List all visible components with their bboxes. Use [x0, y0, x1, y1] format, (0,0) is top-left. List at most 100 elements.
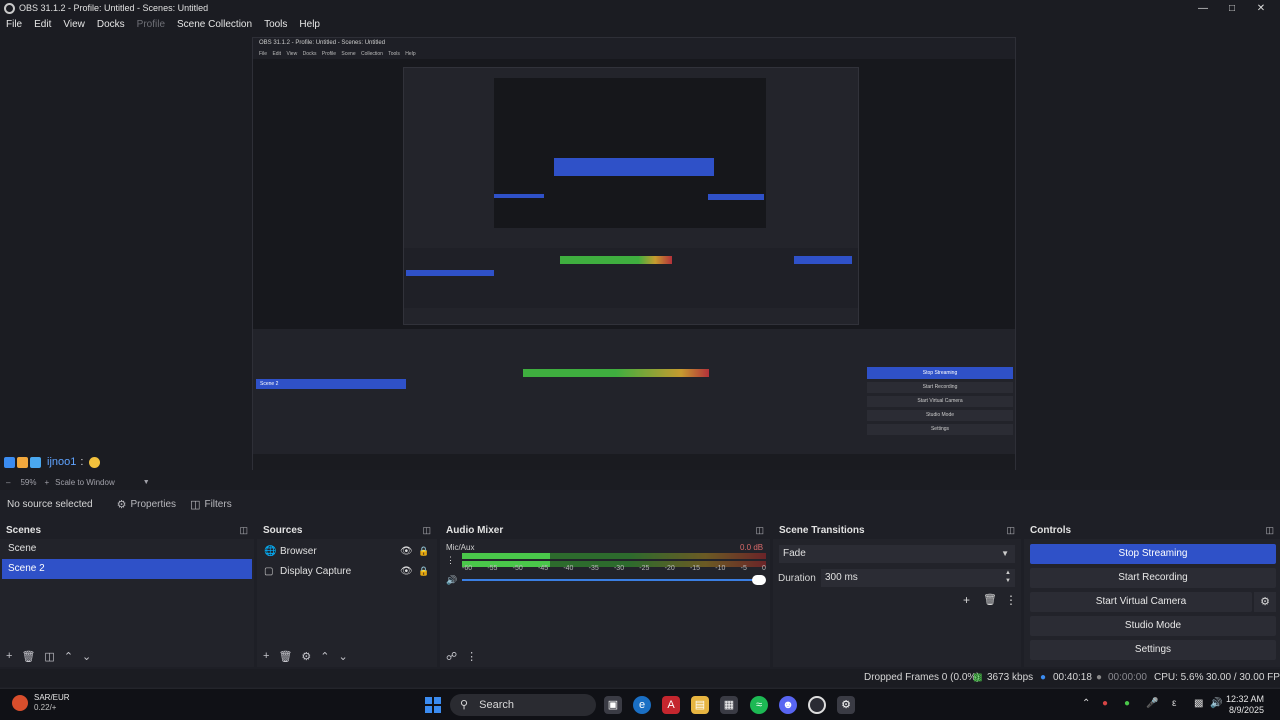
windows-start-icon[interactable] — [425, 697, 441, 713]
dock-menu-icon[interactable]: ◫ — [239, 525, 248, 536]
add-icon[interactable]: + — [263, 650, 269, 662]
gear-icon: ⚙ — [116, 498, 127, 511]
start-virtual-camera-button[interactable]: Start Virtual Camera — [1030, 592, 1252, 612]
start-recording-button[interactable]: Start Recording — [1030, 568, 1276, 588]
dock-menu-icon[interactable]: ◫ — [1006, 525, 1015, 536]
chevron-up-icon[interactable]: ⌃ — [64, 650, 73, 663]
dropped-frames: Dropped Frames 0 (0.0%) — [864, 672, 980, 683]
transition-type-select[interactable]: Fade ▼ — [779, 545, 1015, 563]
volume-icon[interactable]: 🔊 — [1210, 698, 1222, 709]
clock[interactable]: 12:32 AM 8/9/2025 — [1226, 694, 1264, 716]
tray-app-icon[interactable]: ● — [1124, 698, 1130, 709]
fps: 30.00 / 30.00 FPS — [1206, 672, 1280, 683]
settings-gear-icon[interactable]: ⚙ — [837, 696, 855, 714]
scene-item[interactable]: Scene — [2, 539, 252, 559]
microphone-icon[interactable]: 🎤 — [1146, 698, 1158, 709]
virtual-camera-settings-gear-icon[interactable]: ⚙ — [1254, 592, 1276, 612]
stop-streaming-button[interactable]: Stop Streaming — [1030, 544, 1276, 564]
filter-icon[interactable]: ◫ — [44, 650, 54, 663]
menu-tools[interactable]: Tools — [264, 19, 287, 30]
search-icon: ⚲ — [460, 699, 469, 711]
menu-scene-collection[interactable]: Scene Collection — [177, 19, 252, 30]
nested-selected-scene: Scene 2 — [256, 379, 406, 389]
volume-slider-handle[interactable] — [752, 575, 766, 585]
volume-slider[interactable] — [462, 579, 762, 581]
maximize-button[interactable]: □ — [1217, 0, 1247, 16]
preview-user-overlay: ijnoo1 : — [4, 456, 101, 468]
visibility-eye-icon[interactable]: 👁 — [400, 566, 413, 577]
menu-view[interactable]: View — [63, 19, 85, 30]
scale-mode[interactable]: Scale to Window — [55, 478, 115, 487]
zoom-in-icon[interactable]: + — [44, 478, 49, 487]
add-icon[interactable]: + — [6, 650, 12, 662]
cpu-usage: CPU: 5.6% — [1154, 672, 1204, 683]
adobe-app-icon[interactable]: A — [662, 696, 680, 714]
chevron-up-icon[interactable]: ⌃ — [320, 650, 329, 663]
speaker-icon[interactable]: 🔊 — [446, 575, 457, 586]
meter-tick-label: -45 — [537, 565, 549, 572]
taskbar-search[interactable]: ⚲ Search — [450, 694, 596, 716]
menu-docks[interactable]: Docks — [97, 19, 125, 30]
record-icon: ● — [1096, 672, 1103, 683]
trash-icon[interactable]: 🗑 — [278, 650, 292, 663]
dock-menu-icon[interactable]: ◫ — [755, 525, 764, 536]
channel-db: 0.0 dB — [740, 543, 764, 552]
source-item[interactable]: 🌐 Browser 👁 🔒 — [257, 541, 437, 561]
nested-audio-meter — [523, 369, 709, 377]
discord-icon[interactable]: ☻ — [779, 696, 797, 714]
visibility-eye-icon[interactable]: 👁 — [400, 546, 413, 557]
close-button[interactable]: ✕ — [1246, 0, 1276, 16]
tray-app-icon[interactable]: ● — [1102, 698, 1108, 709]
spinner-arrows-icon[interactable]: ▲ ▼ — [1005, 569, 1011, 585]
language-icon[interactable]: ε — [1172, 698, 1176, 709]
sources-dock: Sources ◫ 🌐 Browser 👁 🔒 ▢ Display Captur… — [257, 521, 437, 667]
stream-icon: ● — [1040, 672, 1047, 683]
lock-icon[interactable]: 🔒 — [418, 546, 429, 557]
task-view-icon[interactable]: ▣ — [604, 696, 622, 714]
record-time: 00:00:00 — [1108, 672, 1147, 683]
collapse-icon[interactable]: – — [6, 478, 10, 487]
sources-title: Sources — [263, 524, 303, 536]
trash-icon[interactable]: 🗑 — [21, 650, 35, 663]
duration-input[interactable]: 300 ms ▲ ▼ — [821, 569, 1015, 587]
network-icon[interactable]: ▩ — [1194, 698, 1203, 709]
more-options-icon[interactable]: ⋮ — [446, 555, 455, 566]
meter-tick-label: -60 — [462, 565, 473, 572]
obs-taskbar-icon[interactable] — [808, 696, 826, 714]
lock-icon[interactable]: 🔒 — [418, 566, 429, 577]
scene-item-selected[interactable]: Scene 2 — [2, 559, 252, 579]
chevron-down-icon[interactable]: ⌄ — [339, 650, 348, 663]
edge-browser-icon[interactable]: e — [633, 696, 651, 714]
menu-profile[interactable]: Profile — [137, 19, 165, 30]
link-icon[interactable]: ☍ — [446, 650, 457, 663]
studio-mode-button[interactable]: Studio Mode — [1030, 616, 1276, 636]
dock-menu-icon[interactable]: ◫ — [422, 525, 431, 536]
source-item[interactable]: ▢ Display Capture 👁 🔒 — [257, 561, 437, 581]
menu-help[interactable]: Help — [299, 19, 320, 30]
scale-dropdown-icon[interactable]: ▼ — [143, 479, 150, 486]
chevron-down-icon[interactable]: ⌄ — [82, 650, 91, 663]
chevron-up-icon[interactable]: ⌃ — [1082, 698, 1090, 709]
menu-file[interactable]: File — [6, 19, 22, 30]
dock-menu-icon[interactable]: ◫ — [1265, 525, 1274, 536]
add-icon[interactable]: + — [963, 593, 970, 607]
spotify-icon[interactable]: ≈ — [750, 696, 768, 714]
nested-preview-canvas — [253, 59, 1015, 329]
taskbar: SAR/EUR 0.22/+ ⚲ Search ▣ e A ▤ ▦ ≈ ☻ ⚙ … — [0, 688, 1280, 720]
more-options-icon[interactable]: ⋮ — [466, 650, 477, 663]
menu-edit[interactable]: Edit — [34, 19, 51, 30]
monitor-icon: ▢ — [264, 565, 274, 577]
store-icon[interactable]: ▦ — [720, 696, 738, 714]
settings-button[interactable]: Settings — [1030, 640, 1276, 660]
minimize-button[interactable]: — — [1188, 0, 1218, 16]
file-explorer-icon[interactable]: ▤ — [691, 696, 709, 714]
meter-tick-label: -5 — [740, 565, 747, 572]
widgets-button[interactable]: SAR/EUR 0.22/+ — [12, 693, 70, 713]
preview-canvas[interactable]: OBS 31.1.2 - Profile: Untitled - Scenes:… — [252, 37, 1016, 470]
gear-icon[interactable]: ⚙ — [301, 650, 311, 663]
properties-button[interactable]: ⚙ Properties — [117, 498, 176, 511]
widget-subtitle: 0.22/+ — [34, 703, 57, 712]
filters-button[interactable]: ◫ Filters — [190, 498, 232, 511]
more-options-icon[interactable]: ⋮ — [1005, 593, 1017, 607]
trash-icon[interactable]: 🗑 — [983, 593, 997, 606]
